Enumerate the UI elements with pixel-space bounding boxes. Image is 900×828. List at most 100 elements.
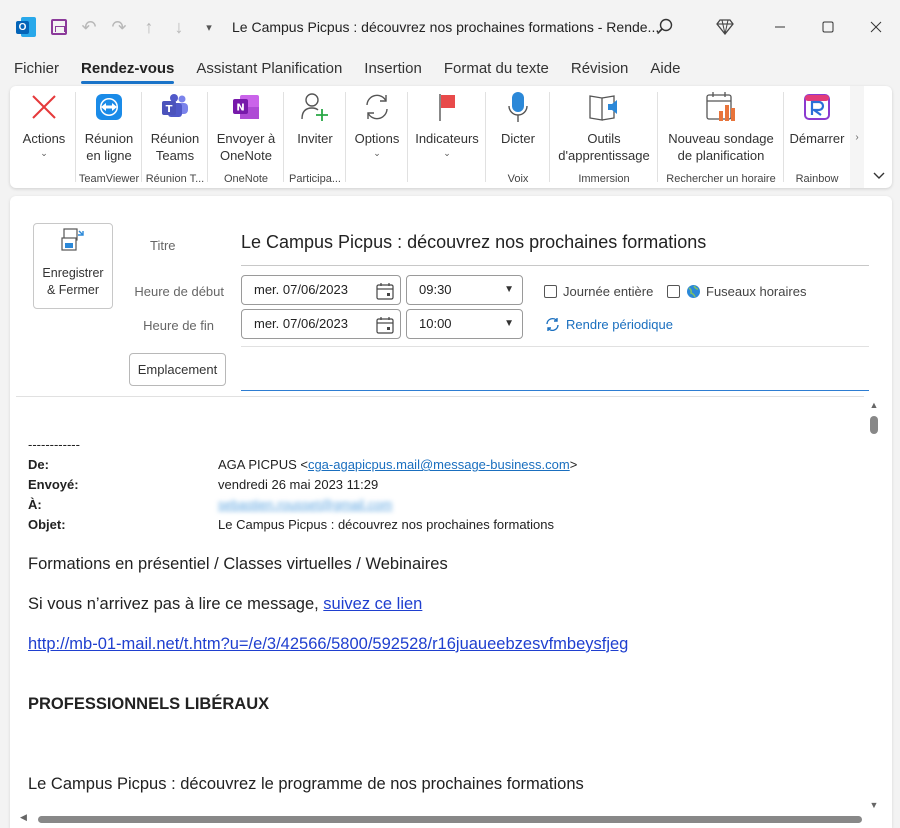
immersive-reader-icon xyxy=(587,90,621,124)
scheduling-poll-icon xyxy=(704,90,738,124)
subject-value: Le Campus Picpus : découvrez nos prochai… xyxy=(218,517,555,532)
ribbon-expand-icon[interactable] xyxy=(866,86,892,188)
group-label-immersion: Immersion xyxy=(578,173,630,185)
tags-button[interactable]: Indicateurs ⌄ xyxy=(412,90,482,159)
teams-meeting-button[interactable]: T Réunion Teams xyxy=(145,90,205,164)
subject-label: Objet: xyxy=(28,517,66,532)
save-close-label-2: & Fermer xyxy=(46,283,100,297)
immersive-reader-label-2: d'apprentissage xyxy=(558,148,650,163)
scroll-up-icon[interactable]: ▲ xyxy=(866,400,882,410)
location-input[interactable] xyxy=(241,390,869,391)
from-email-link[interactable]: cga-agapicpus.mail@message-business.com xyxy=(308,457,570,472)
dictate-label: Dicter xyxy=(501,131,535,146)
options-label: Options xyxy=(354,131,400,146)
body-line-formations: Formations en présentiel / Classes virtu… xyxy=(28,555,448,573)
undo-icon[interactable]: ↶ xyxy=(74,0,104,54)
cant-read-text: Si vous n’arrivez pas à lire ce message, xyxy=(28,595,324,613)
from-end: > xyxy=(569,457,578,472)
start-date-field[interactable]: mer. 07/06/2023 xyxy=(241,275,401,305)
premium-diamond-icon[interactable] xyxy=(710,12,740,42)
separator-text: ------------ xyxy=(28,437,80,452)
tab-aide[interactable]: Aide xyxy=(639,54,691,84)
title-bar: O ↶ ↷ ↑ ↓ ▾ Le Campus Picpus : découvrez… xyxy=(0,0,900,54)
vertical-scrollbar[interactable]: ▲ ▼ xyxy=(866,398,882,812)
actions-label: Actions xyxy=(22,131,66,146)
tab-fichier[interactable]: Fichier xyxy=(0,54,70,84)
message-body[interactable]: ------------ De: AGA PICPUS <cga-agapicp… xyxy=(16,396,864,814)
scroll-thumb[interactable] xyxy=(870,416,878,434)
tab-insertion[interactable]: Insertion xyxy=(353,54,433,84)
globe-icon xyxy=(686,284,701,299)
calendar-icon[interactable] xyxy=(376,282,394,310)
dictate-button[interactable]: Dicter xyxy=(490,90,546,147)
ribbon-group-actions: Actions ⌄ xyxy=(10,86,76,188)
group-label-participants: Participa... xyxy=(289,173,341,185)
ribbon-group-tags: Indicateurs ⌄ xyxy=(408,86,486,188)
arrow-down-icon[interactable]: ↓ xyxy=(164,0,194,54)
divider xyxy=(241,346,869,347)
group-label-find-time: Rechercher un horaire xyxy=(666,173,776,185)
tracking-url-link[interactable]: http://mb-01-mail.net/t.htm?u=/e/3/42566… xyxy=(28,635,628,654)
start-time-select[interactable]: 09:30 ▼ xyxy=(406,275,523,305)
invite-button[interactable]: Inviter xyxy=(288,90,342,147)
rainbow-start-button[interactable]: Démarrer xyxy=(786,90,848,147)
appointment-form: Enregistrer & Fermer Titre Le Campus Pic… xyxy=(10,196,892,828)
title-label: Titre xyxy=(150,238,176,253)
arrow-up-icon[interactable]: ↑ xyxy=(134,0,164,54)
customize-toolbar-icon[interactable]: ▾ xyxy=(194,0,224,54)
follow-link[interactable]: suivez ce lien xyxy=(323,595,422,613)
search-icon[interactable] xyxy=(650,12,680,42)
to-email-link[interactable]: sebastien.rousset@gmail.com xyxy=(218,497,392,512)
scroll-left-icon[interactable]: ◀ xyxy=(20,812,27,823)
horizontal-scrollbar[interactable]: ◀ xyxy=(16,812,864,826)
end-time-select[interactable]: 10:00 ▼ xyxy=(406,309,523,339)
horizontal-scroll-thumb[interactable] xyxy=(38,816,862,823)
end-time-value: 10:00 xyxy=(419,316,452,331)
from-name: AGA PICPUS < xyxy=(218,457,308,472)
send-to-onenote-button[interactable]: N Envoyer à OneNote xyxy=(212,90,280,164)
sent-label: Envoyé: xyxy=(28,477,79,492)
ribbon-group-participants: Inviter Participa... xyxy=(284,86,346,188)
ribbon: Actions ⌄ Réunion en ligne TeamViewer T … xyxy=(10,86,892,188)
tags-label: Indicateurs xyxy=(415,131,479,146)
teamviewer-label-1: Réunion xyxy=(84,131,134,146)
invite-label: Inviter xyxy=(297,131,333,146)
tab-revision[interactable]: Révision xyxy=(560,54,640,84)
maximize-icon[interactable] xyxy=(804,0,852,54)
chevron-down-icon: ⌄ xyxy=(443,148,451,158)
teamviewer-meeting-button[interactable]: Réunion en ligne xyxy=(79,90,139,164)
scroll-down-icon[interactable]: ▼ xyxy=(866,800,882,810)
minimize-icon[interactable] xyxy=(756,0,804,54)
immersive-reader-button[interactable]: Outils d'apprentissage xyxy=(554,90,654,164)
ribbon-scroll-right-icon[interactable]: › xyxy=(850,86,864,188)
scheduling-poll-button[interactable]: Nouveau sondage de planification xyxy=(662,90,780,164)
make-recurring-label: Rendre périodique xyxy=(566,317,673,332)
save-close-label-1: Enregistrer xyxy=(42,266,104,280)
window-title: Le Campus Picpus : découvrez nos prochai… xyxy=(232,19,660,35)
title-input[interactable]: Le Campus Picpus : découvrez nos prochai… xyxy=(241,226,869,266)
save-and-close-button[interactable]: Enregistrer & Fermer xyxy=(33,223,113,309)
redo-icon[interactable]: ↷ xyxy=(104,0,134,54)
timezones-checkbox[interactable]: Fuseaux horaires xyxy=(667,284,806,299)
save-icon[interactable] xyxy=(44,0,74,54)
svg-text:T: T xyxy=(166,104,173,115)
add-person-icon xyxy=(298,90,332,124)
all-day-checkbox[interactable]: Journée entière xyxy=(544,284,653,299)
tab-assistant-planification[interactable]: Assistant Planification xyxy=(185,54,353,84)
start-time-value: 09:30 xyxy=(419,282,452,297)
make-recurring-button[interactable]: Rendre périodique xyxy=(545,317,673,332)
options-button[interactable]: Options ⌄ xyxy=(349,90,405,159)
end-date-field[interactable]: mer. 07/06/2023 xyxy=(241,309,401,339)
tab-rendez-vous[interactable]: Rendez-vous xyxy=(70,54,185,84)
body-line-programme: Le Campus Picpus : découvrez le programm… xyxy=(28,775,584,793)
close-icon[interactable] xyxy=(852,0,900,54)
chevron-down-icon: ⌄ xyxy=(373,148,381,158)
chevron-down-icon: ▼ xyxy=(504,318,514,329)
tab-format-du-texte[interactable]: Format du texte xyxy=(433,54,560,84)
ribbon-group-rainbow: Démarrer Rainbow xyxy=(784,86,850,188)
location-button[interactable]: Emplacement xyxy=(129,353,226,386)
group-label-voice: Voix xyxy=(507,173,529,185)
actions-button[interactable]: Actions ⌄ xyxy=(16,90,72,159)
all-day-label: Journée entière xyxy=(563,284,654,299)
calendar-icon[interactable] xyxy=(376,316,394,344)
